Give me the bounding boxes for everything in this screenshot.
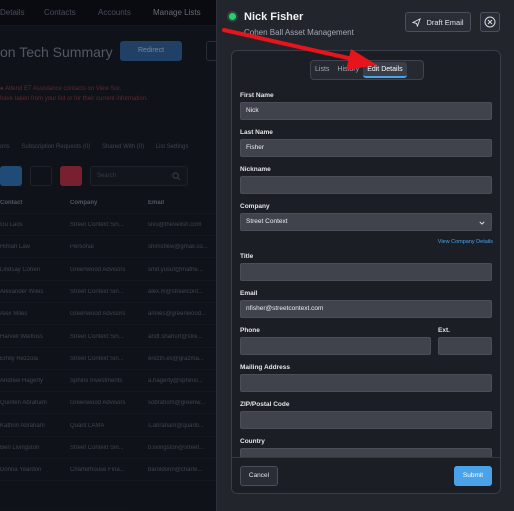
send-icon [412, 17, 422, 27]
company-select[interactable]: Street Context [240, 213, 492, 231]
edit-form: First Name Nick Last Name Fisher Nicknam… [232, 87, 500, 466]
status-indicator [229, 13, 236, 20]
screen: Details Contacts Accounts Manage Lists o… [0, 0, 514, 511]
nickname-label: Nickname [240, 166, 271, 173]
title-label: Title [240, 253, 254, 260]
zip-field[interactable] [240, 411, 492, 429]
first-name-label: First Name [240, 92, 274, 99]
nickname-field[interactable] [240, 176, 492, 194]
title-field[interactable] [240, 263, 492, 281]
phone-label: Phone [240, 327, 260, 334]
edit-details-card: Lists History Edit Details First Name Ni… [231, 50, 501, 494]
view-company-details-link[interactable]: View Company Details [438, 239, 493, 245]
mailing-address-field[interactable] [240, 374, 492, 392]
draft-email-button[interactable]: Draft Email [405, 12, 471, 32]
submit-button[interactable]: Submit [454, 466, 492, 486]
email-field[interactable]: nfisher@streetcontext.com [240, 300, 492, 318]
company-label: Company [240, 203, 270, 210]
tab-history[interactable]: History [333, 62, 363, 78]
ext-field[interactable] [438, 337, 492, 355]
ext-label: Ext. [438, 327, 450, 334]
chevron-down-icon [479, 221, 485, 225]
zip-label: ZIP/Postal Code [240, 401, 290, 408]
last-name-field[interactable]: Fisher [240, 139, 492, 157]
tab-lists[interactable]: Lists [311, 62, 333, 78]
cancel-button[interactable]: Cancel [240, 466, 278, 486]
tab-edit-details[interactable]: Edit Details [363, 62, 407, 78]
email-label: Email [240, 290, 258, 297]
last-name-label: Last Name [240, 129, 273, 136]
close-icon [484, 16, 496, 28]
form-footer: Cancel Submit [232, 457, 500, 493]
company-select-value: Street Context [246, 218, 288, 225]
contact-company: Cohen Ball Asset Management [244, 28, 354, 37]
close-button[interactable] [480, 12, 500, 32]
phone-field[interactable] [240, 337, 431, 355]
country-label: Country [240, 438, 265, 445]
contact-name: Nick Fisher [244, 11, 304, 23]
drawer-tabs: Lists History Edit Details [310, 60, 424, 80]
first-name-field[interactable]: Nick [240, 102, 492, 120]
draft-email-label: Draft Email [426, 17, 464, 27]
mailing-address-label: Mailing Address [240, 364, 290, 371]
